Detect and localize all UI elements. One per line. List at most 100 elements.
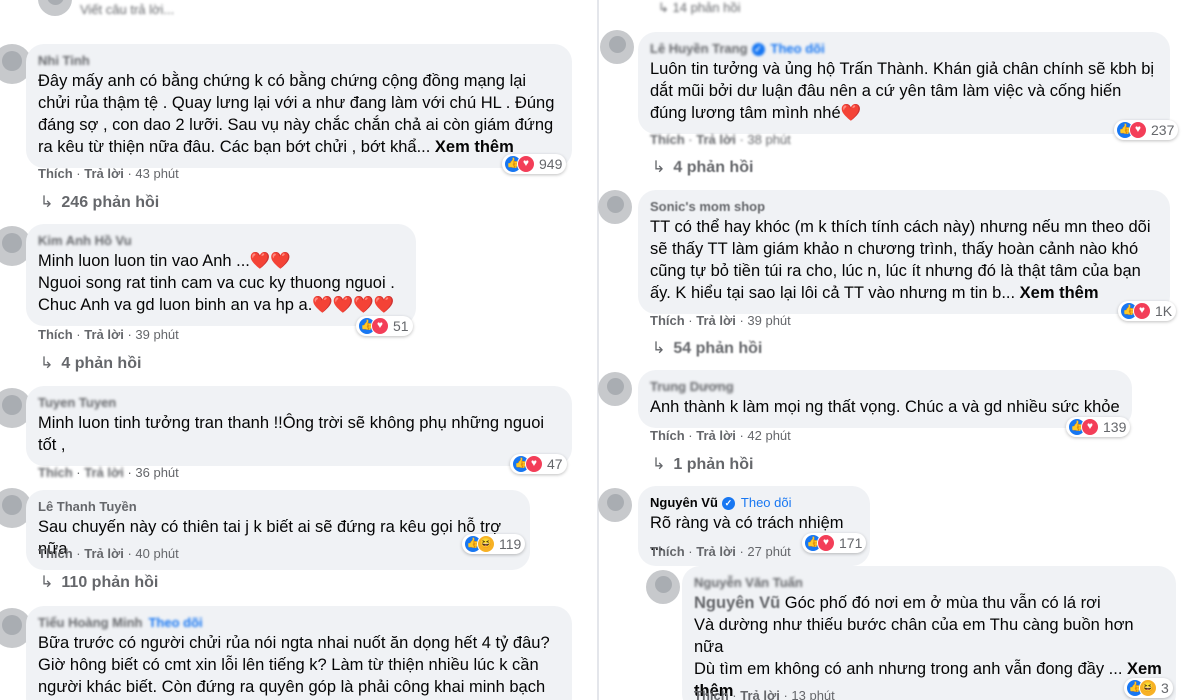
mentioned-user[interactable]: Nguyên Vũ [694, 594, 780, 612]
reply-button[interactable]: Trả lời [84, 546, 124, 561]
like-button[interactable]: Thích [650, 132, 685, 147]
reaction-count: 47 [547, 456, 563, 472]
avatar [598, 372, 632, 406]
timestamp[interactable]: 38 phút [747, 132, 790, 147]
comment-author[interactable]: Nhi Tinh [38, 52, 560, 70]
reaction-summary[interactable]: 👍 ♥ 237 [1114, 120, 1179, 140]
view-replies-link[interactable]: ↳ 110 phản hồi [40, 572, 158, 592]
timestamp[interactable]: 43 phút [135, 166, 178, 181]
comment-actions: Thích · Trả lời · 43 phút [38, 166, 179, 181]
right-comment-column: ↳ 14 phản hồi Lê Huyền Trang ✓ Theo dõi Lu… [598, 0, 1200, 700]
reaction-count: 949 [539, 156, 563, 172]
timestamp[interactable]: 42 phút [747, 428, 790, 443]
like-button[interactable]: Thích [38, 327, 73, 342]
reaction-summary[interactable]: 👍 ♥ 51 [356, 316, 413, 336]
reaction-summary[interactable]: 👍 ♥ 139 [1066, 417, 1131, 437]
timestamp[interactable]: 36 phút [135, 465, 178, 480]
reaction-summary[interactable]: 👍 ♥ 171 [802, 533, 867, 553]
avatar [598, 190, 632, 224]
reply-button[interactable]: Trả lời [84, 465, 124, 480]
verified-badge-icon: ✓ [751, 43, 765, 57]
comment-actions: Thích · Trả lời · 40 phút [38, 546, 179, 561]
love-reaction-icon: ♥ [517, 155, 535, 173]
reaction-summary[interactable]: 👍 😆 3 [1124, 678, 1173, 698]
comment-author[interactable]: Sonic's mom shop [650, 198, 1158, 216]
timestamp[interactable]: 40 phút [135, 546, 178, 561]
comment-author[interactable]: Nguyễn Văn Tuấn [694, 574, 1164, 592]
comment-author[interactable]: Trung Dương [650, 378, 1120, 396]
reply-button[interactable]: Trả lời [696, 428, 736, 443]
timestamp[interactable]: 39 phút [747, 313, 790, 328]
comment-text: Minh luon luon tin vao Anh ...❤️❤️ Nguoi… [38, 252, 395, 314]
comment-author[interactable]: Tiểu Hoàng Minh Theo dõi [38, 614, 560, 632]
reply-button[interactable]: Trả lời [84, 166, 124, 181]
view-replies-link[interactable]: ↳ 54 phản hồi [652, 338, 762, 358]
timestamp[interactable]: 27 phút [747, 544, 790, 559]
follow-button[interactable]: Theo dõi [148, 615, 202, 630]
like-button[interactable]: Thích [694, 688, 729, 700]
like-button[interactable]: Thích [650, 544, 685, 559]
comment-bubble: Nhi Tinh Đây mấy anh có bằng chứng k có … [26, 44, 572, 168]
comment-author[interactable]: Lê Thanh Tuyền [38, 498, 518, 516]
love-reaction-icon: ♥ [1129, 121, 1147, 139]
love-reaction-icon: ♥ [817, 534, 835, 552]
avatar [600, 30, 634, 64]
comment-bubble: Sonic's mom shop TT có thể hay khóc (m k… [638, 190, 1170, 314]
comment-text: Bữa trước có người chửi rủa nói ngta nha… [38, 634, 555, 696]
view-replies-link[interactable]: ↳ 4 phản hồi [652, 157, 753, 177]
reaction-summary[interactable]: 👍 ♥ 47 [510, 454, 567, 474]
reply-button[interactable]: Trả lời [696, 544, 736, 559]
comment-author[interactable]: Nguyên Vũ ✓ Theo dõi [650, 494, 858, 512]
reply-arrow-icon: ↳ [652, 159, 666, 176]
comment-text: Luôn tin tưởng và ủng hộ Trấn Thành. Khá… [650, 60, 1159, 122]
comment-text: Minh luon tinh tưởng tran thanh !!Ông tr… [38, 414, 549, 454]
timestamp[interactable]: 39 phút [135, 327, 178, 342]
love-reaction-icon: ♥ [1133, 302, 1151, 320]
like-button[interactable]: Thích [650, 313, 685, 328]
comment-author[interactable]: Tuyen Tuyen [38, 394, 560, 412]
see-more-link[interactable]: Xem thêm [435, 138, 514, 156]
reaction-count: 237 [1151, 122, 1175, 138]
view-replies-link[interactable]: ↳ 246 phản hồi [40, 192, 159, 212]
comment-author[interactable]: Kim Anh Hồ Vu [38, 232, 404, 250]
comment-bubble: Kim Anh Hồ Vu Minh luon luon tin vao Anh… [26, 224, 416, 326]
left-comment-column: Viết câu trả lời... Nhi Tinh Đây mấy anh… [0, 0, 598, 700]
follow-button[interactable]: Theo dõi [771, 41, 825, 56]
comment-actions: Thích · Trả lời · 38 phút [650, 132, 791, 147]
verified-badge-icon: ✓ [721, 497, 735, 511]
like-button[interactable]: Thích [38, 166, 73, 181]
avatar [646, 570, 680, 604]
love-reaction-icon: ♥ [525, 455, 543, 473]
like-button[interactable]: Thích [38, 546, 73, 561]
reply-input-placeholder[interactable]: Viết câu trả lời... [80, 2, 174, 17]
view-replies-link[interactable]: ↳ 1 phản hồi [652, 454, 753, 474]
comment-author[interactable]: Lê Huyền Trang ✓ Theo dõi [650, 40, 1158, 58]
reply-arrow-icon: ↳ [40, 194, 54, 211]
view-replies-link[interactable]: ↳ 4 phản hồi [40, 353, 141, 373]
like-button[interactable]: Thích [38, 465, 73, 480]
like-button[interactable]: Thích [650, 428, 685, 443]
timestamp[interactable]: 13 phút [791, 688, 834, 700]
comment-bubble: Nguyễn Văn Tuấn Nguyên Vũ Góc phố đó nơi… [682, 566, 1176, 700]
comment-text: Nguyên Vũ Góc phố đó nơi em ở mùa thu vẫ… [694, 594, 1167, 700]
reaction-summary[interactable]: 👍 ♥ 1K [1118, 301, 1177, 321]
reply-button[interactable]: Trả lời [696, 313, 736, 328]
comment-text: TT có thể hay khóc (m k thích tính cách … [650, 218, 1156, 302]
reply-button[interactable]: Trả lời [740, 688, 780, 700]
reaction-count: 119 [499, 536, 522, 552]
reaction-summary[interactable]: 👍 ♥ 949 [502, 154, 567, 174]
reaction-count: 3 [1161, 680, 1169, 696]
see-more-link[interactable]: Xem thêm [1020, 284, 1099, 302]
comment-actions: Thích · Trả lời · 39 phút [650, 313, 791, 328]
avatar [38, 0, 72, 16]
comment-actions: Thích · Trả lời · 39 phút [38, 327, 179, 342]
reply-button[interactable]: Trả lời [84, 327, 124, 342]
view-replies-link[interactable]: ↳ 14 phản hồi [658, 0, 740, 16]
reply-button[interactable]: Trả lời [696, 132, 736, 147]
love-reaction-icon: ♥ [1081, 418, 1099, 436]
reply-arrow-icon: ↳ [40, 355, 54, 372]
reaction-summary[interactable]: 👍 😆 119 [462, 534, 526, 554]
follow-button[interactable]: Theo dõi [741, 495, 792, 510]
reply-arrow-icon: ↳ [652, 456, 666, 473]
reply-arrow-icon: ↳ [40, 574, 54, 591]
